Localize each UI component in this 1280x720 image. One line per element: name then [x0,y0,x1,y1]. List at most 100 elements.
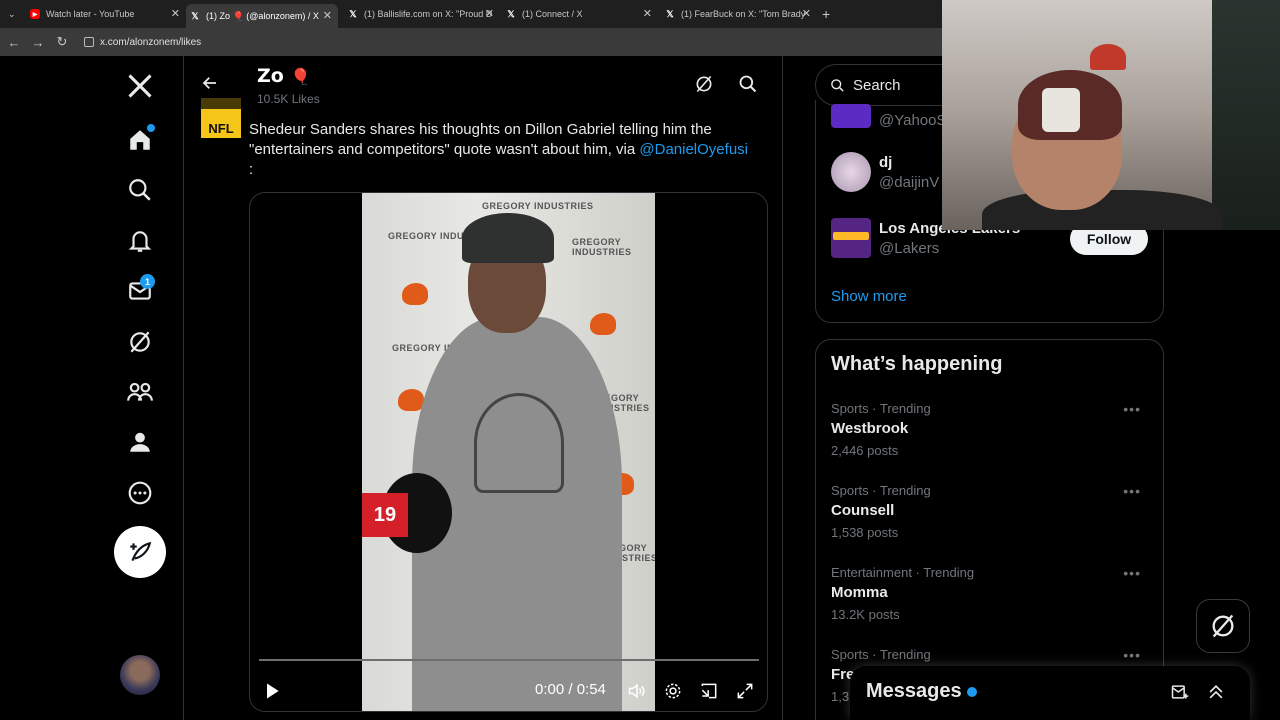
search-placeholder: Search [853,76,901,94]
close-icon[interactable]: ✕ [643,7,652,20]
messages-badge: 1 [140,274,155,289]
cap-patch [1042,88,1080,132]
video-controls: 0:00 / 0:54 [250,671,767,711]
account-name: dj [879,154,893,171]
x-icon: 𝕏 [666,8,674,19]
trend-meta: Sports · Trending [831,483,931,498]
tab-youtube[interactable]: ▶ Watch later - YouTube ✕ [30,4,180,24]
more-options-icon[interactable]: ••• [1123,647,1141,663]
trend-item[interactable]: Sports · Trending Counsell 1,538 posts •… [831,483,1151,553]
search-icon[interactable] [114,170,166,210]
profile-header: Zo 🎈 10.5K Likes [185,56,782,109]
pip-icon[interactable] [699,681,719,706]
video-time: 0:00 / 0:54 [535,681,606,698]
video-player[interactable]: GREGORY INDUSTRIES GREGORY INDUSTRIES GR… [249,192,768,712]
video-progress-bar[interactable] [259,659,759,661]
account-avatar [831,104,871,128]
video-frame[interactable]: GREGORY INDUSTRIES GREGORY INDUSTRIES GR… [362,193,655,711]
tab-title: (1) Ballislife.com on X: "Proud D [364,9,493,19]
communities-icon[interactable] [114,372,166,412]
whats-happening-panel: What’s happening Sports · Trending Westb… [815,339,1164,720]
more-options-icon[interactable]: ••• [1123,565,1141,581]
reload-icon[interactable]: ↻ [50,34,74,50]
account-avatar[interactable] [120,655,160,695]
back-arrow-icon[interactable]: ← [2,35,26,50]
trend-posts: 2,446 posts [831,443,899,458]
x-icon: 𝕏 [191,10,199,21]
tab-ballislife[interactable]: 𝕏 (1) Ballislife.com on X: "Proud D ✕ [348,4,494,24]
more-options-icon[interactable]: ••• [1123,483,1141,499]
volume-icon[interactable] [627,681,647,706]
url-field[interactable]: x.com/alonzonem/likes [84,37,201,48]
account-avatar [831,218,871,258]
helmet-logo [590,313,616,335]
window-background [1212,0,1280,230]
messages-title: Messages [866,680,962,702]
plus-icon: + [822,6,831,22]
tab-title: (1) FearBuck on X: "Tom Brady [681,9,806,19]
account-avatar [831,152,871,192]
close-icon[interactable]: ✕ [485,7,494,20]
mention-link[interactable]: @DanielOyefusi [639,141,748,158]
forward-arrow-icon[interactable]: → [26,35,50,50]
more-icon[interactable] [114,473,166,513]
panel-title: What’s happening [831,353,1003,375]
trend-item[interactable]: Entertainment · Trending Momma 13.2K pos… [831,565,1151,635]
tab-title: Watch later - YouTube [46,9,135,19]
trend-posts: 1,538 posts [831,525,899,540]
settings-gear-icon[interactable] [663,681,683,706]
close-icon[interactable]: ✕ [323,9,332,22]
search-icon[interactable] [738,74,758,99]
expand-up-icon[interactable] [1206,682,1226,707]
close-icon[interactable]: ✕ [802,7,811,20]
tab-title: (1) Connect / X [522,9,583,19]
player-cap [462,213,554,263]
more-options-icon[interactable]: ••• [1123,401,1141,417]
profile-name-text: Zo [257,65,284,87]
site-info-icon[interactable] [84,37,94,47]
notification-dot [147,124,155,132]
fullscreen-icon[interactable] [735,681,755,706]
back-arrow-icon[interactable] [201,74,219,97]
background-cap [1090,44,1126,70]
helmet-logo [402,283,428,305]
post-button[interactable] [114,526,166,578]
new-tab-button[interactable]: + [822,4,836,24]
trend-meta: Sports · Trending [831,647,931,662]
mail-icon[interactable]: 1 [114,271,166,311]
tab-title: (1) Zo 🎈 (@alonzonem) / X [206,10,319,21]
feather-plus-icon [130,541,152,562]
x-logo-icon[interactable] [114,66,166,106]
home-icon[interactable] [114,120,166,160]
tab-list-button[interactable]: ⌄ [8,4,22,24]
youtube-icon: ▶ [30,9,40,19]
account-handle: @daijinV [879,174,940,191]
unread-dot [967,687,977,697]
messages-drawer[interactable]: Messages [850,666,1250,720]
bell-icon[interactable] [114,221,166,261]
grok-icon[interactable] [114,322,166,362]
profile-icon[interactable] [114,422,166,462]
show-more-link[interactable]: Show more [831,288,907,305]
profile-name: Zo 🎈 [257,65,310,87]
grok-floating-button[interactable] [1196,599,1250,653]
tab-fearbuck[interactable]: 𝕏 (1) FearBuck on X: "Tom Brady ✕ [665,4,811,24]
trend-name: Westbrook [831,420,909,437]
search-icon [831,78,844,92]
likes-count: 10.5K Likes [257,92,320,106]
backdrop-logo: GREGORY INDUSTRIES [482,201,594,211]
tab-zo[interactable]: 𝕏 (1) Zo 🎈 (@alonzonem) / X ✕ [186,4,338,28]
account-handle: @Lakers [879,240,940,257]
play-icon[interactable] [262,681,282,706]
grok-icon[interactable] [694,74,714,99]
new-message-icon[interactable] [1170,682,1190,707]
tweet-trailing: : [249,161,254,178]
balloon-emoji: 🎈 [290,67,311,86]
trend-name: Counsell [831,502,895,519]
trend-item[interactable]: Sports · Trending Westbrook 2,446 posts … [831,401,1151,471]
close-icon[interactable]: ✕ [171,7,180,20]
trend-meta: Sports · Trending [831,401,931,416]
grok-icon [1212,614,1234,638]
tab-connect[interactable]: 𝕏 (1) Connect / X ✕ [506,4,652,24]
trend-name: Momma [831,584,888,601]
